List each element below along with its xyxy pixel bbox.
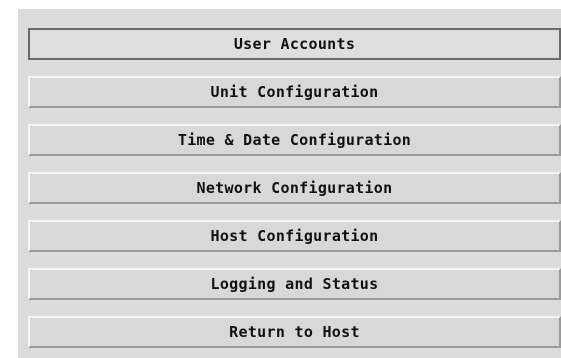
user-accounts-button[interactable]: User Accounts bbox=[28, 28, 561, 60]
time-date-configuration-button[interactable]: Time & Date Configuration bbox=[28, 124, 561, 156]
host-configuration-button[interactable]: Host Configuration bbox=[28, 220, 561, 252]
unit-configuration-button[interactable]: Unit Configuration bbox=[28, 76, 561, 108]
main-menu-panel: User Accounts Unit Configuration Time & … bbox=[18, 9, 561, 358]
logging-and-status-button[interactable]: Logging and Status bbox=[28, 268, 561, 300]
return-to-host-button[interactable]: Return to Host bbox=[28, 316, 561, 348]
network-configuration-button[interactable]: Network Configuration bbox=[28, 172, 561, 204]
